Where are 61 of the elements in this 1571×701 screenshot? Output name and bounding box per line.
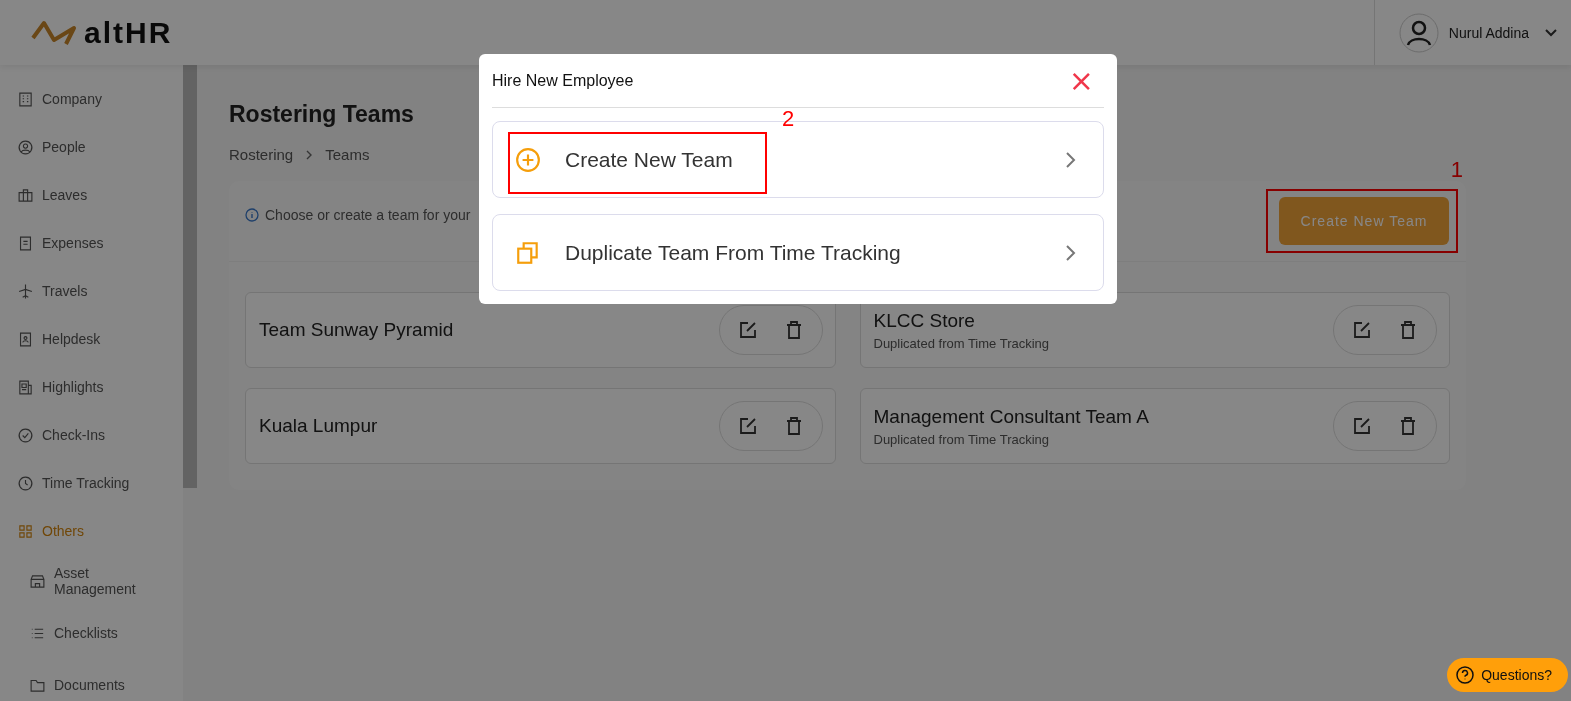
team-card[interactable]: Management Consultant Team A Duplicated from Time Tracking <box>859 388 1450 464</box>
option-item[interactable]: Duplicate Team From Time Tracking <box>492 214 1104 291</box>
trash-icon[interactable] <box>1398 320 1418 340</box>
close-button[interactable]: × <box>1058 65 1104 96</box>
nav-icon <box>17 378 34 396</box>
edit-icon[interactable] <box>1352 320 1372 340</box>
breadcrumb-link[interactable]: Rostering <box>229 146 294 163</box>
nav-icon <box>17 138 34 156</box>
avatar-icon <box>1398 12 1439 53</box>
team-name: Management Consultant Team A <box>873 405 1149 428</box>
trash-icon[interactable] <box>1398 416 1418 436</box>
page-title: Rostering Teams <box>229 101 414 128</box>
sidebar-item[interactable]: Checklists <box>0 607 183 659</box>
nav-icon <box>29 572 46 590</box>
plus-circle-icon <box>515 146 541 173</box>
sidebar-item[interactable]: Company <box>0 75 183 123</box>
sidebar-item[interactable]: Documents <box>0 659 183 701</box>
sidebar-item[interactable]: Others <box>0 507 183 555</box>
team-note: Duplicated from Time Tracking <box>873 431 1051 447</box>
sidebar-item[interactable]: Helpdesk <box>0 315 183 363</box>
team-name: Team Sunway Pyramid <box>259 319 454 341</box>
team-card[interactable]: Kuala Lumpur <box>245 388 836 464</box>
breadcrumb-link[interactable]: Teams <box>325 146 370 163</box>
sidebar-item[interactable]: Leaves <box>0 171 183 219</box>
annotation-number: 1 <box>1450 157 1463 183</box>
info-icon <box>245 208 259 222</box>
chevron-icon <box>1065 150 1077 169</box>
edit-icon[interactable] <box>1352 416 1372 436</box>
team-card[interactable]: KLCC Store Duplicated from Time Tracking <box>859 292 1450 368</box>
nav-icon <box>17 186 34 204</box>
nav-icon <box>17 90 34 108</box>
logo-text: altHR <box>84 15 173 50</box>
chevron-icon <box>1065 243 1077 262</box>
sidebar-item[interactable]: People <box>0 123 183 171</box>
edit-icon[interactable] <box>737 320 758 340</box>
team-name: Kuala Lumpur <box>259 415 378 437</box>
nav-icon <box>17 426 34 444</box>
nav-icon <box>17 330 34 348</box>
nav-icon <box>17 522 34 540</box>
team-card[interactable]: Team Sunway Pyramid <box>245 292 836 368</box>
chevron-icon <box>305 149 314 160</box>
copy-icon <box>515 239 541 266</box>
sidebar-item[interactable]: Travels <box>0 267 183 315</box>
nav-icon <box>17 474 34 492</box>
sidebar-item[interactable]: Check-Ins <box>0 411 183 459</box>
sidebar-item[interactable]: Asset Management <box>0 555 183 607</box>
user-menu[interactable]: Nurul Addina <box>1373 0 1571 65</box>
questions-button[interactable]: Questions? <box>1447 658 1568 692</box>
caret-icon <box>1545 28 1557 37</box>
team-name: KLCC Store <box>873 309 976 332</box>
sidebar-item[interactable]: Highlights <box>0 363 183 411</box>
nav-icon <box>17 234 34 252</box>
scrollbar[interactable] <box>183 65 197 488</box>
sidebar-item[interactable]: Expenses <box>0 219 183 267</box>
sidebar-item[interactable]: Time Tracking <box>0 459 183 507</box>
modal-title: Hire New Employee <box>492 71 634 90</box>
team-note: Duplicated from Time Tracking <box>873 335 1050 351</box>
info-text: Choose or create a team for your <box>265 207 471 223</box>
edit-icon[interactable] <box>737 416 758 436</box>
nav-icon <box>17 282 34 300</box>
help-icon <box>1456 666 1475 684</box>
